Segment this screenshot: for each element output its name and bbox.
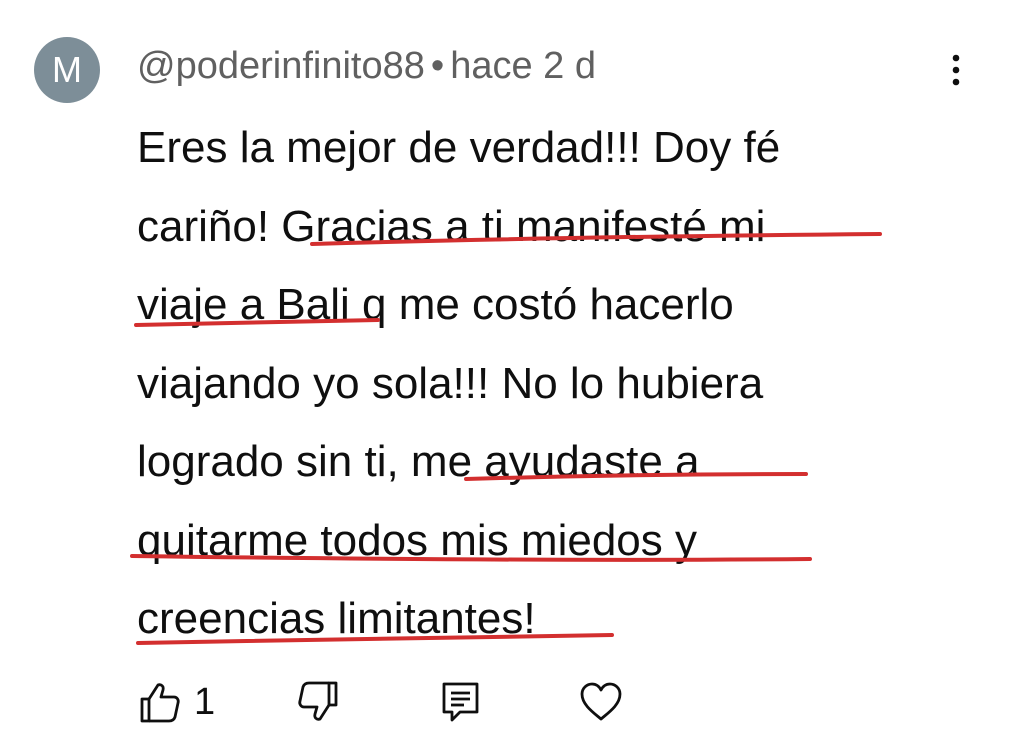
thumbs-up-icon (140, 683, 180, 723)
header-separator: • (430, 45, 445, 87)
comment-text: Eres la mejor de verdad!!! Doy fé cariño… (137, 109, 977, 659)
author-handle[interactable]: @poderinfinito88 (137, 45, 425, 87)
comment-line: logrado sin ti, me ayudaste a (137, 437, 700, 486)
more-options-button[interactable] (935, 48, 979, 92)
more-vertical-icon (952, 54, 960, 86)
avatar[interactable]: M (34, 37, 100, 103)
like-count: 1 (194, 680, 216, 723)
like-button[interactable]: 1 (136, 670, 215, 734)
heart-icon (580, 682, 622, 721)
comment-line: Eres la mejor de verdad!!! Doy fé (137, 123, 781, 172)
comment-line: viaje a Bali q me costó hacerlo (137, 280, 734, 329)
thumbs-down-icon (298, 681, 338, 721)
dislike-button[interactable] (296, 670, 342, 734)
comment-header: @poderinfinito88 • hace 2 d (137, 42, 596, 90)
comment-line: creencias limitantes! (137, 594, 536, 643)
comment-line: viajando yo sola!!! No lo hubiera (137, 358, 764, 408)
reply-button[interactable] (438, 670, 484, 734)
heart-button[interactable] (578, 670, 624, 734)
comment-line: cariño! Gracias a ti manifesté mi (137, 201, 766, 251)
comment-line: quitarme todos mis miedos y (137, 515, 697, 565)
reply-comment-icon (442, 682, 479, 722)
comment-actions: 1 (0, 670, 1024, 740)
comment-time: hace 2 d (450, 45, 596, 87)
